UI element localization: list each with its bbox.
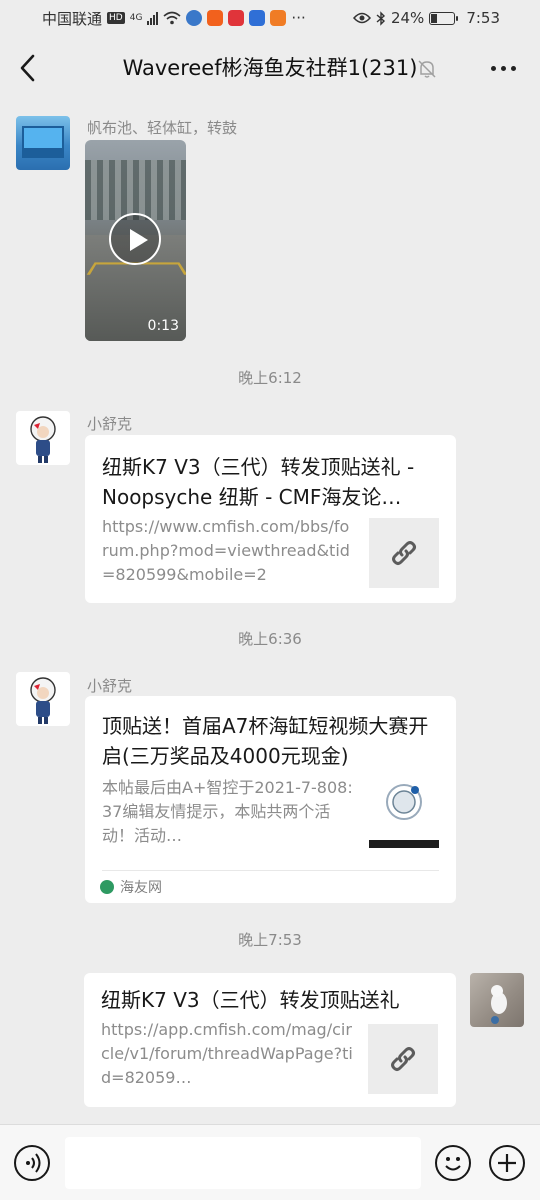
battery-icon [429,11,459,25]
sender-name: 小舒克 [87,415,133,433]
network-label: 4G [129,13,143,23]
cartoon-avatar-icon [30,677,56,724]
status-bar: 中国联通 HD 4G ··· 24% 7:53 [0,0,540,36]
timestamp: 晚上6:36 [238,630,302,648]
voice-input-button[interactable] [14,1145,50,1181]
source-icon [100,880,114,894]
weibo-app-icon [186,10,203,26]
video-background [85,160,186,220]
wifi-icon [163,11,181,25]
status-right: 24% 7:53 [352,9,500,27]
link-description: 本帖最后由A+智控于2021-7-808:37编辑友情提示，本贴共两个活动！活动… [102,778,353,845]
link-description: https://app.cmfish.com/mag/circle/v1/for… [101,1020,353,1087]
link-card[interactable]: 纽斯K7 V3（三代）转发顶贴送礼 https://app.cmfish.com… [84,973,456,1107]
link-thumbnail [369,518,439,588]
link-card[interactable]: 纽斯K7 V3（三代）转发顶贴送礼 - Noopsyche 纽斯 - CMF海友… [85,435,456,603]
avatar[interactable] [16,116,70,170]
emoji-icon [445,1157,461,1171]
video-message[interactable]: 0:13 [85,140,186,341]
avatar[interactable] [16,411,70,465]
taobao-app-icon [207,10,224,26]
hd-badge: HD [107,12,125,24]
emoji-button[interactable] [435,1145,471,1181]
my-avatar[interactable] [470,973,524,1027]
play-icon[interactable] [109,213,161,265]
signal-icon [147,11,159,25]
link-thumbnail [368,1024,438,1094]
avatar[interactable] [16,672,70,726]
sender-name: 小舒克 [87,677,133,695]
timestamp: 晚上6:12 [238,369,302,387]
link-description: https://www.cmfish.com/bbs/forum.php?mod… [102,517,350,584]
plus-icon [498,1154,516,1172]
battery-percent: 24% [390,9,425,27]
clock: 7:53 [466,9,500,27]
timestamp: 晚上7:53 [238,931,302,949]
link-card[interactable]: 顶贴送！首届A7杯海缸短视频大赛开启(三万奖品及4000元现金) 本帖最后由A+… [85,696,456,903]
video-duration: 0:13 [147,318,179,334]
link-thumbnail [369,778,439,850]
message-input[interactable] [65,1137,421,1189]
mute-bell-icon [418,60,436,78]
link-icon [391,1047,415,1071]
bulb-app-icon [249,10,266,26]
cartoon-avatar-icon [30,416,56,463]
link-source: 海友网 [100,877,162,897]
source-name: 海友网 [120,880,162,896]
play-app-icon [270,10,287,26]
eye-icon [352,12,371,24]
more-options-button[interactable] [491,66,516,71]
link-title: 顶贴送！首届A7杯海缸短视频大赛开启(三万奖品及4000元现金) [102,714,429,768]
photo-avatar-icon [491,985,507,1024]
voice-icon [26,1153,41,1173]
input-bar [0,1124,540,1200]
carrier-label: 中国联通 [42,9,103,28]
link-title: 纽斯K7 V3（三代）转发顶贴送礼 [101,988,400,1012]
chat-header: Wavereef彬海鱼友社群1(231) [0,36,540,100]
red-app-icon [228,10,245,26]
a-plus-logo-icon [369,784,439,848]
add-button[interactable] [489,1145,525,1181]
link-title: 纽斯K7 V3（三代）转发顶贴送礼 - Noopsyche 纽斯 - CMF海友… [102,455,415,509]
bluetooth-icon [376,10,385,26]
sender-name: 帆布池、轻体缸，转鼓 [87,119,238,137]
more-notifications: ··· [291,9,306,27]
link-icon [392,541,416,565]
chat-title: Wavereef彬海鱼友社群1(231) [122,56,418,80]
card-divider [102,870,439,871]
status-left: 中国联通 HD 4G ··· [42,8,306,29]
